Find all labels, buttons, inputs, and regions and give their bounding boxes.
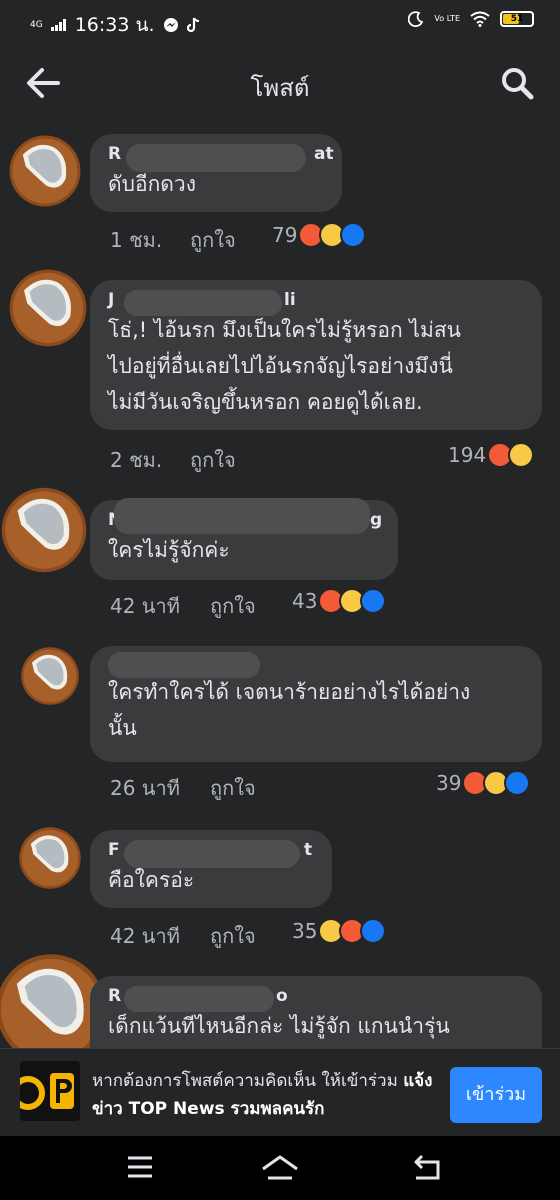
clock: 16:33 น.: [74, 14, 155, 36]
commenter-name[interactable]: R at: [108, 144, 334, 172]
redacted-name: [114, 498, 370, 534]
app-header: โพสต์: [0, 44, 560, 124]
comment-time: 42 นาที: [110, 594, 180, 618]
reaction-summary[interactable]: 79: [272, 222, 367, 248]
commenter-name[interactable]: F t: [108, 840, 314, 868]
recents-icon[interactable]: [126, 1154, 154, 1180]
join-group-banner: หากต้องการโพสต์ความคิดเห็น ให้เข้าร่วม แ…: [0, 1048, 560, 1137]
commenter-name[interactable]: [108, 652, 524, 678]
moon-icon: [408, 11, 424, 27]
messenger-icon: [163, 18, 178, 32]
status-bar: 4G 16:33 น. Vo LTE 51: [0, 0, 560, 44]
comment-text: ใครทำใครได้ เจตนาร้ายอย่างไรได้อย่าง นั้…: [108, 680, 471, 740]
battery-level: 51: [510, 14, 524, 24]
commenter-name[interactable]: J li: [108, 290, 524, 316]
status-right: Vo LTE 51: [408, 11, 534, 27]
like-reaction-icon: [504, 770, 531, 796]
comment-time: 2 ชม.: [110, 448, 163, 472]
comment-bubble[interactable]: R at ดับอีกดวง: [90, 134, 342, 212]
commenter-name[interactable]: N g: [108, 498, 382, 534]
system-nav-bar: [0, 1136, 560, 1200]
avatar[interactable]: [18, 826, 82, 890]
like-button[interactable]: ถูกใจ: [190, 444, 236, 476]
comment-time: 1 ชม.: [110, 228, 163, 252]
wifi-icon: [470, 11, 490, 27]
comment-bubble[interactable]: ใครทำใครได้ เจตนาร้ายอย่างไรได้อย่าง นั้…: [90, 646, 542, 762]
back-icon[interactable]: [410, 1154, 442, 1182]
like-button[interactable]: ถูกใจ: [190, 224, 236, 256]
redacted-name: [126, 144, 306, 172]
comment-time: 42 นาที: [110, 924, 180, 948]
redacted-name: [108, 652, 260, 678]
like-reaction-icon: [340, 222, 367, 248]
reaction-summary[interactable]: 39: [436, 770, 531, 796]
comment-text: โธ่,! ไอ้นรก มึงเป็นใครไม่รู้หรอก ไม่สน …: [108, 318, 461, 414]
network-indicator: 4G: [30, 19, 43, 30]
reaction-count: 35: [292, 919, 318, 943]
comment-text: ใครไม่รู้จักค่ะ: [108, 538, 230, 562]
page-title: โพสต์: [250, 74, 310, 102]
redacted-name: [124, 290, 282, 316]
comment-bubble[interactable]: N g ใครไม่รู้จักค่ะ: [90, 498, 398, 580]
like-button[interactable]: ถูกใจ: [210, 590, 256, 622]
status-left: 4G 16:33 น.: [30, 10, 201, 40]
like-reaction-icon: [360, 918, 387, 944]
avatar[interactable]: [20, 646, 80, 706]
volte-indicator: Vo LTE: [434, 14, 460, 23]
home-icon[interactable]: [260, 1154, 300, 1182]
reaction-count: 43: [292, 589, 318, 613]
avatar[interactable]: [0, 486, 88, 574]
battery-icon: 51: [500, 11, 534, 27]
reaction-summary[interactable]: 35: [292, 918, 387, 944]
avatar[interactable]: [8, 268, 88, 348]
like-button[interactable]: ถูกใจ: [210, 920, 256, 952]
reaction-count: 79: [272, 223, 298, 247]
tiktok-icon: [186, 17, 199, 33]
wow-reaction-icon: [508, 442, 535, 468]
avatar[interactable]: [8, 134, 82, 208]
join-message: หากต้องการโพสต์ความคิดเห็น ให้เข้าร่วม แ…: [92, 1071, 433, 1119]
like-button[interactable]: ถูกใจ: [210, 772, 256, 804]
redacted-name: [124, 840, 300, 868]
reaction-summary[interactable]: 43: [292, 588, 387, 614]
redacted-name: [124, 986, 274, 1012]
group-logo: [20, 1061, 80, 1121]
like-reaction-icon: [360, 588, 387, 614]
comment-text: เด็กแว้นทีไหนอีกล่ะ ไม่รู้จัก แกนนำรุ่น: [108, 1014, 450, 1038]
comment-bubble[interactable]: J li โธ่,! ไอ้นรก มึงเป็นใครไม่รู้หรอก ไ…: [90, 280, 542, 430]
comment-time: 26 นาที: [110, 776, 180, 800]
reaction-count: 39: [436, 771, 462, 795]
join-button[interactable]: เข้าร่วม: [450, 1067, 542, 1123]
reaction-summary[interactable]: 194: [448, 442, 535, 468]
reaction-count: 194: [448, 443, 487, 467]
signal-icon: [50, 19, 66, 31]
search-icon[interactable]: [500, 66, 534, 100]
comment-bubble[interactable]: F t คือใครอ่ะ: [90, 830, 332, 908]
commenter-name[interactable]: R o: [108, 986, 524, 1012]
